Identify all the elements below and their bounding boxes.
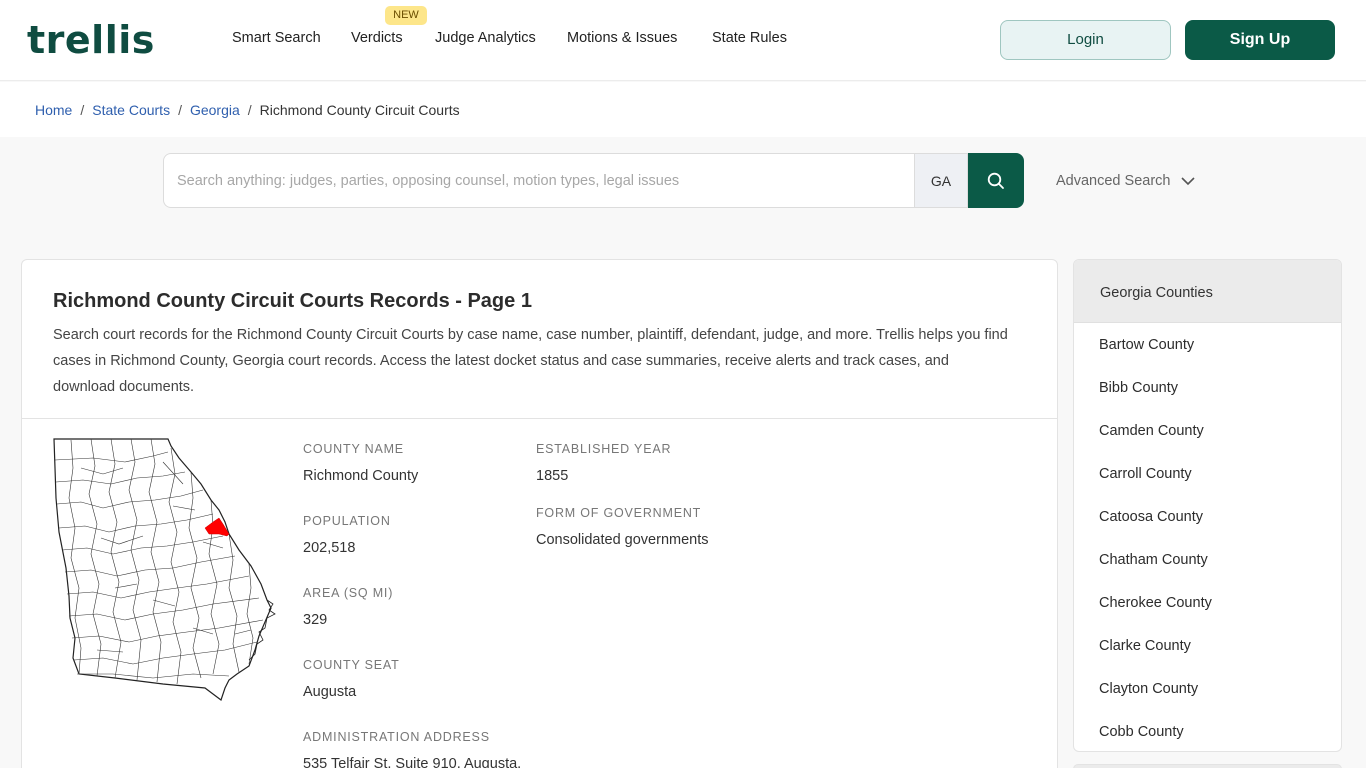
breadcrumb-separator: / (247, 102, 252, 118)
area-value: 329 (303, 612, 328, 628)
county-link-clarke[interactable]: Clarke County (1099, 637, 1191, 655)
georgia-outline (53, 438, 272, 701)
georgia-counties-sidebar: Georgia Counties Bartow County Bibb Coun… (1073, 259, 1342, 752)
area-label: AREA (SQ MI) (303, 586, 394, 600)
breadcrumb: Home / State Courts / Georgia / Richmond Count… (0, 82, 1366, 137)
trellis-logo[interactable]: trellis (27, 18, 155, 62)
breadcrumb-georgia[interactable]: Georgia (190, 102, 240, 118)
sidebar-next-panel (1073, 764, 1342, 768)
page-description: Search court records for the Richmond Co… (53, 327, 1008, 395)
georgia-county-map (53, 438, 276, 701)
admin-address-value: 535 Telfair St, Suite 910, Augusta, (303, 756, 522, 768)
search-input[interactable] (163, 153, 915, 208)
new-badge: NEW (385, 6, 427, 25)
breadcrumb-current: Richmond County Circuit Courts (259, 102, 460, 118)
state-selector[interactable]: GA (914, 153, 968, 208)
established-year-value: 1855 (536, 468, 569, 484)
county-seat-label: COUNTY SEAT (303, 658, 400, 672)
sidebar-header: Georgia Counties (1074, 260, 1341, 323)
county-link-cobb[interactable]: Cobb County (1099, 723, 1184, 741)
breadcrumb-state-courts[interactable]: State Courts (92, 102, 170, 118)
county-link-catoosa[interactable]: Catoosa County (1099, 508, 1203, 526)
breadcrumb-home[interactable]: Home (35, 102, 72, 118)
county-link-chatham[interactable]: Chatham County (1099, 551, 1208, 569)
population-value: 202,518 (303, 540, 356, 556)
nav-verdicts[interactable]: Verdicts (351, 28, 403, 48)
population-label: POPULATION (303, 514, 391, 528)
county-link-cherokee[interactable]: Cherokee County (1099, 594, 1212, 612)
chevron-down-icon[interactable] (1181, 174, 1195, 188)
county-link-clayton[interactable]: Clayton County (1099, 680, 1198, 698)
breadcrumb-separator: / (178, 102, 182, 118)
county-name-label: COUNTY NAME (303, 442, 404, 456)
county-name-value: Richmond County (303, 468, 419, 484)
county-link-carroll[interactable]: Carroll County (1099, 465, 1192, 483)
government-form-value: Consolidated governments (536, 532, 709, 548)
county-link-camden[interactable]: Camden County (1099, 422, 1204, 440)
site-header: trellis Smart Search Verdicts Judge Anal… (0, 0, 1366, 81)
divider (22, 418, 1057, 419)
search-icon (987, 172, 1004, 189)
government-form-label: FORM OF GOVERNMENT (536, 506, 702, 520)
search-button[interactable] (968, 153, 1024, 208)
county-seat-value: Augusta (303, 684, 357, 700)
page-title: Richmond County Circuit Courts Records -… (53, 290, 532, 312)
search-bar: GA (163, 153, 1024, 208)
nav-motions-issues[interactable]: Motions & Issues (567, 28, 677, 48)
login-button[interactable]: Login (1000, 20, 1171, 60)
nav-state-rules[interactable]: State Rules (712, 28, 787, 48)
advanced-search-toggle[interactable]: Advanced Search (1056, 172, 1170, 190)
county-records-card: Richmond County Circuit Courts Records -… (21, 259, 1058, 768)
county-link-bartow[interactable]: Bartow County (1099, 336, 1194, 354)
nav-smart-search[interactable]: Smart Search (232, 28, 321, 48)
nav-judge-analytics[interactable]: Judge Analytics (435, 28, 536, 48)
signup-button[interactable]: Sign Up (1185, 20, 1335, 60)
sidebar-title: Georgia Counties (1100, 285, 1213, 301)
breadcrumb-separator: / (80, 102, 85, 118)
established-year-label: ESTABLISHED YEAR (536, 442, 672, 456)
admin-address-label: ADMINISTRATION ADDRESS (303, 730, 490, 744)
county-link-bibb[interactable]: Bibb County (1099, 379, 1178, 397)
